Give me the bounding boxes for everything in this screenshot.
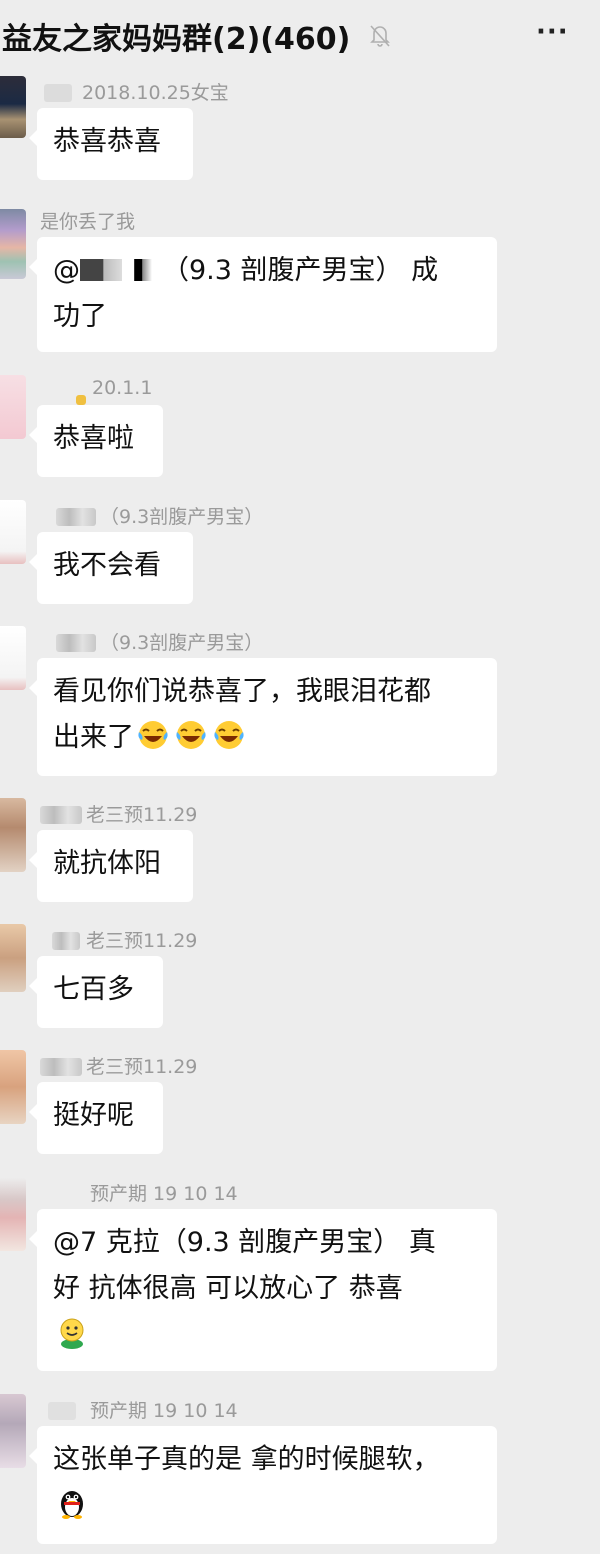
message-text: 恭喜啦 <box>53 423 134 454</box>
message: 老三预11.29 七百多 <box>0 924 600 1034</box>
avatar[interactable] <box>0 1394 26 1468</box>
message: （9.3剖腹产男宝） 看见你们说恭喜了，我眼泪花都 出来了 <box>0 626 600 776</box>
message: 预产期 19 10 14 @7 克拉（9.3 剖腹产男宝） 真 好 抗体很高 可… <box>0 1177 600 1377</box>
sender-name: 老三预11.29 <box>86 1056 198 1078</box>
penguin-icon <box>61 1491 83 1519</box>
blurred-name <box>40 806 82 824</box>
message-bubble[interactable]: 七百多 <box>29 956 163 1028</box>
message-bubble[interactable]: @ （9.3 剖腹产男宝） 成 功了 <box>29 237 497 352</box>
avatar[interactable] <box>0 500 26 564</box>
sender-name: 预产期 19 10 14 <box>90 1183 238 1205</box>
blurred-name <box>48 1402 76 1420</box>
message-bubble[interactable]: 看见你们说恭喜了，我眼泪花都 出来了 <box>29 658 497 776</box>
avatar[interactable] <box>0 798 26 872</box>
message-text: 七百多 <box>53 974 134 1005</box>
blurred-name <box>40 1058 82 1076</box>
sender-name: （9.3剖腹产男宝） <box>100 506 264 528</box>
message-text-line1: @7 克拉（9.3 剖腹产男宝） 真 <box>53 1227 436 1258</box>
message-text-line2: 功了 <box>53 301 107 332</box>
message-bubble[interactable]: 这张单子真的是 拿的时候腿软， <box>29 1426 497 1544</box>
message-text: 恭喜恭喜 <box>53 126 161 157</box>
message-bubble[interactable]: 我不会看 <box>29 532 193 604</box>
message: 老三预11.29 挺好呢 <box>0 1050 600 1160</box>
message: （9.3剖腹产男宝） 我不会看 <box>0 500 600 610</box>
message-text: 挺好呢 <box>53 1100 134 1131</box>
mention-prefix: @ <box>53 255 80 286</box>
sender-name: 预产期 19 10 14 <box>90 1400 238 1422</box>
sender-name: 老三预11.29 <box>86 804 198 826</box>
message-text-line1: 这张单子真的是 拿的时候腿软， <box>53 1444 440 1475</box>
sender-name: 老三预11.29 <box>86 930 198 952</box>
message-text-line2: 出来了 <box>53 722 134 753</box>
laugh-cry-icon <box>138 721 168 749</box>
chat-title: 益友之家妈妈群(2)(460) <box>2 22 351 57</box>
sender-name: 20.1.1 <box>92 377 153 399</box>
blurred-mention <box>122 259 162 281</box>
message: 2018.10.25女宝 恭喜恭喜 <box>0 76 600 186</box>
blurred-name <box>52 932 80 950</box>
blurred-mention <box>80 259 122 281</box>
message-text: 我不会看 <box>53 550 161 581</box>
message-text-line1: （9.3 剖腹产男宝） 成 <box>162 255 439 286</box>
avatar[interactable] <box>0 375 26 439</box>
message-text-line2: 好 抗体很高 可以放心了 恭喜 <box>53 1273 403 1304</box>
message-bubble[interactable]: 恭喜啦 <box>29 405 163 477</box>
message-bubble[interactable]: 恭喜恭喜 <box>29 108 193 180</box>
message-bubble[interactable]: 就抗体阳 <box>29 830 193 902</box>
sender-name: 是你丢了我 <box>40 211 136 233</box>
smiley-icon <box>60 1318 84 1349</box>
blurred-name <box>56 508 96 526</box>
message: 老三预11.29 就抗体阳 <box>0 798 600 908</box>
laugh-cry-icon <box>214 721 244 749</box>
avatar[interactable] <box>0 209 26 279</box>
avatar[interactable] <box>0 924 26 992</box>
message-bubble[interactable]: @7 克拉（9.3 剖腹产男宝） 真 好 抗体很高 可以放心了 恭喜 <box>29 1209 497 1371</box>
message: 20.1.1 恭喜啦 <box>0 375 600 485</box>
avatar[interactable] <box>0 76 26 138</box>
message: 是你丢了我 @ （9.3 剖腹产男宝） 成 功了 <box>0 205 600 355</box>
message-text: 就抗体阳 <box>53 848 161 879</box>
sender-name: 2018.10.25女宝 <box>82 82 229 104</box>
avatar[interactable] <box>0 626 26 690</box>
avatar[interactable] <box>0 1050 26 1124</box>
blurred-name <box>56 634 96 652</box>
avatar[interactable] <box>0 1177 26 1251</box>
chat-header: 益友之家妈妈群(2)(460) ··· <box>0 0 600 72</box>
blurred-name <box>44 84 72 102</box>
message-bubble[interactable]: 挺好呢 <box>29 1082 163 1154</box>
blurred-name <box>76 395 86 405</box>
sender-name: （9.3剖腹产男宝） <box>100 632 264 654</box>
message-text-line1: 看见你们说恭喜了，我眼泪花都 <box>53 676 431 707</box>
message: 预产期 19 10 14 这张单子真的是 拿的时候腿软， <box>0 1394 600 1554</box>
laugh-cry-icon <box>176 721 206 749</box>
bell-off-icon <box>370 25 390 47</box>
more-options-button[interactable]: ··· <box>536 19 572 48</box>
